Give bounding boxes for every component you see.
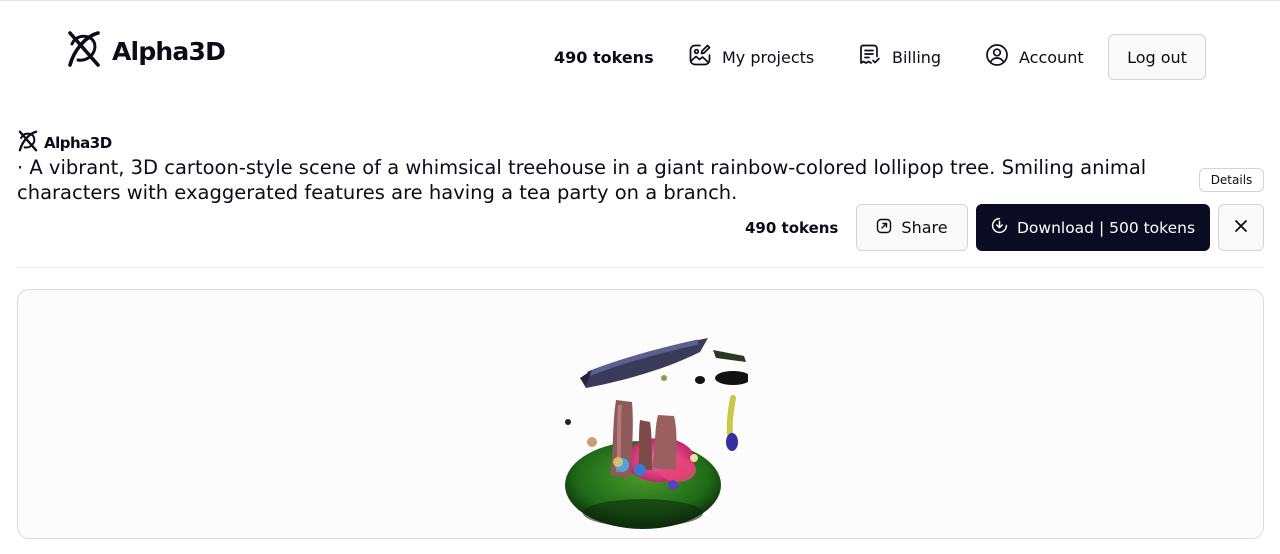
share-button[interactable]: Share [856, 204, 968, 251]
project-brand: Alpha3D [17, 130, 112, 156]
treehouse-3d-model [565, 338, 748, 529]
model-viewer[interactable] [17, 289, 1264, 539]
image-edit-icon [688, 43, 712, 71]
nav-account-label: Account [1019, 47, 1084, 67]
external-link-icon [876, 218, 892, 238]
top-border [0, 0, 1280, 1]
user-circle-icon [985, 43, 1009, 71]
download-button[interactable]: Download | 500 tokens [976, 204, 1210, 251]
alpha3d-logo-icon [66, 30, 102, 72]
receipt-icon [858, 43, 882, 71]
brand-name: Alpha3D [112, 36, 226, 66]
project-brand-name: Alpha3D [44, 134, 112, 152]
project-description: · A vibrant, 3D cartoon-style scene of a… [17, 156, 1147, 204]
alpha3d-small-logo-icon [17, 130, 39, 156]
section-divider [17, 267, 1264, 268]
logout-button[interactable]: Log out [1108, 34, 1206, 80]
nav-my-projects-label: My projects [722, 47, 815, 67]
download-circle-icon [991, 217, 1008, 238]
nav-my-projects[interactable]: My projects [688, 34, 814, 80]
close-button[interactable] [1218, 204, 1264, 251]
nav-billing-label: Billing [892, 47, 942, 67]
token-balance: 490 tokens [554, 47, 654, 67]
download-button-label: Download | 500 tokens [1016, 218, 1196, 237]
nav-account[interactable]: Account [985, 34, 1084, 80]
brand-logo[interactable]: Alpha3D [66, 30, 226, 72]
project-token-balance: 490 tokens [745, 219, 839, 237]
nav-billing[interactable]: Billing [858, 34, 941, 80]
share-button-label: Share [901, 218, 948, 237]
details-button[interactable]: Details [1199, 168, 1264, 192]
close-icon [1234, 219, 1248, 236]
